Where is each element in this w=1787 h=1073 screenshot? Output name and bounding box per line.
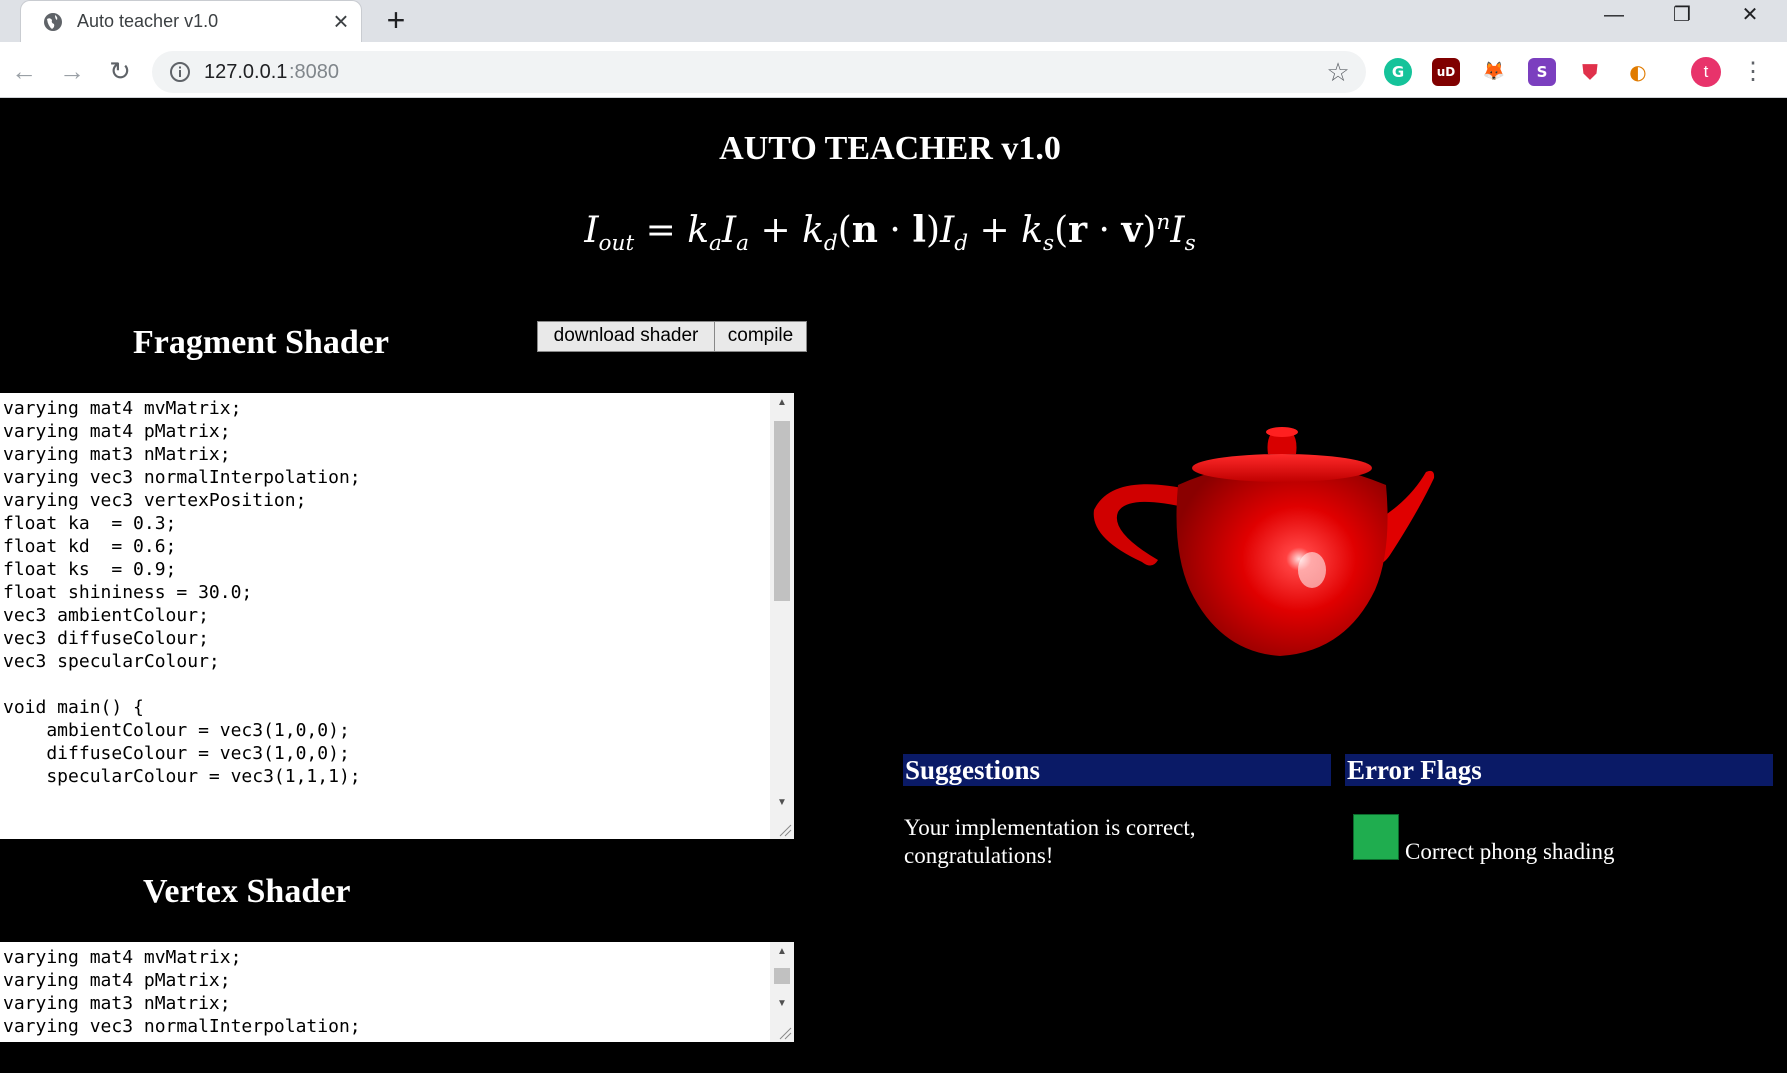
new-tab-button[interactable]: + — [376, 2, 416, 40]
forward-icon[interactable]: → — [56, 56, 88, 88]
fragment-shader-code[interactable]: varying mat4 mvMatrix; varying mat4 pMat… — [3, 397, 361, 788]
scroll-down-icon[interactable]: ▼ — [770, 793, 794, 813]
teapot-render — [1093, 427, 1435, 656]
extension-icon[interactable]: ◐ — [1624, 58, 1652, 86]
scroll-down-icon[interactable]: ▼ — [770, 994, 794, 1014]
scroll-thumb[interactable] — [774, 421, 790, 601]
flag-label: Correct phong shading — [1405, 839, 1615, 864]
globe-icon — [44, 13, 62, 31]
flag-status-indicator — [1353, 814, 1399, 860]
resize-grip-icon[interactable] — [776, 1024, 792, 1040]
fragment-shader-editor[interactable]: varying mat4 mvMatrix; varying mat4 pMat… — [0, 393, 794, 839]
stylus-icon[interactable]: S — [1528, 58, 1556, 86]
fragment-editor-scrollbar[interactable]: ▲ ▼ — [770, 393, 794, 839]
url-port: :8080 — [289, 61, 340, 83]
compile-button[interactable]: compile — [714, 321, 807, 352]
pocket-icon[interactable]: ⛊ — [1576, 58, 1604, 86]
phong-formula: Iout = kaIa + kd(n · l)Id + ks(r · v)nIs — [584, 209, 1196, 257]
menu-icon[interactable]: ⋮ — [1738, 56, 1768, 88]
fragment-shader-title: Fragment Shader — [133, 324, 389, 361]
grammarly-icon[interactable]: G — [1384, 58, 1412, 86]
vertex-shader-code[interactable]: varying mat4 mvMatrix; varying mat4 pMat… — [3, 946, 361, 1038]
error-flags-header: Error Flags — [1345, 754, 1773, 786]
scroll-thumb[interactable] — [774, 968, 790, 984]
info-icon[interactable] — [168, 60, 192, 84]
scroll-up-icon[interactable]: ▲ — [770, 393, 794, 413]
reload-icon[interactable]: ↻ — [104, 56, 136, 88]
ublock-icon[interactable]: uD — [1432, 58, 1460, 86]
metamask-icon[interactable]: 🦊 — [1480, 58, 1508, 86]
bookmark-star-icon[interactable]: ☆ — [1323, 56, 1353, 88]
teapot-lid — [1192, 454, 1372, 482]
suggestions-header: Suggestions — [903, 754, 1331, 786]
page-title: AUTO TEACHER v1.0 — [719, 130, 1061, 167]
download-shader-button[interactable]: download shader — [537, 321, 715, 352]
suggestion-text: Your implementation is correct, congratu… — [904, 815, 1196, 868]
tab-title: Auto teacher v1.0 — [77, 11, 219, 31]
url-host: 127.0.0.1 — [204, 61, 288, 83]
window-close-icon[interactable]: ✕ — [1720, 0, 1780, 32]
close-tab-icon[interactable]: × — [327, 7, 355, 35]
scroll-up-icon[interactable]: ▲ — [770, 942, 794, 962]
back-icon[interactable]: ← — [8, 56, 40, 88]
avatar[interactable]: t — [1691, 57, 1721, 87]
resize-grip-icon[interactable] — [776, 821, 792, 837]
vertex-shader-editor[interactable]: varying mat4 mvMatrix; varying mat4 pMat… — [0, 942, 794, 1042]
restore-icon[interactable]: ❐ — [1652, 0, 1712, 32]
teapot-body — [1176, 462, 1388, 656]
minimize-icon[interactable]: — — [1584, 0, 1644, 32]
browser-tab[interactable]: Auto teacher v1.0 × — [20, 0, 362, 42]
vertex-shader-title: Vertex Shader — [143, 873, 351, 910]
